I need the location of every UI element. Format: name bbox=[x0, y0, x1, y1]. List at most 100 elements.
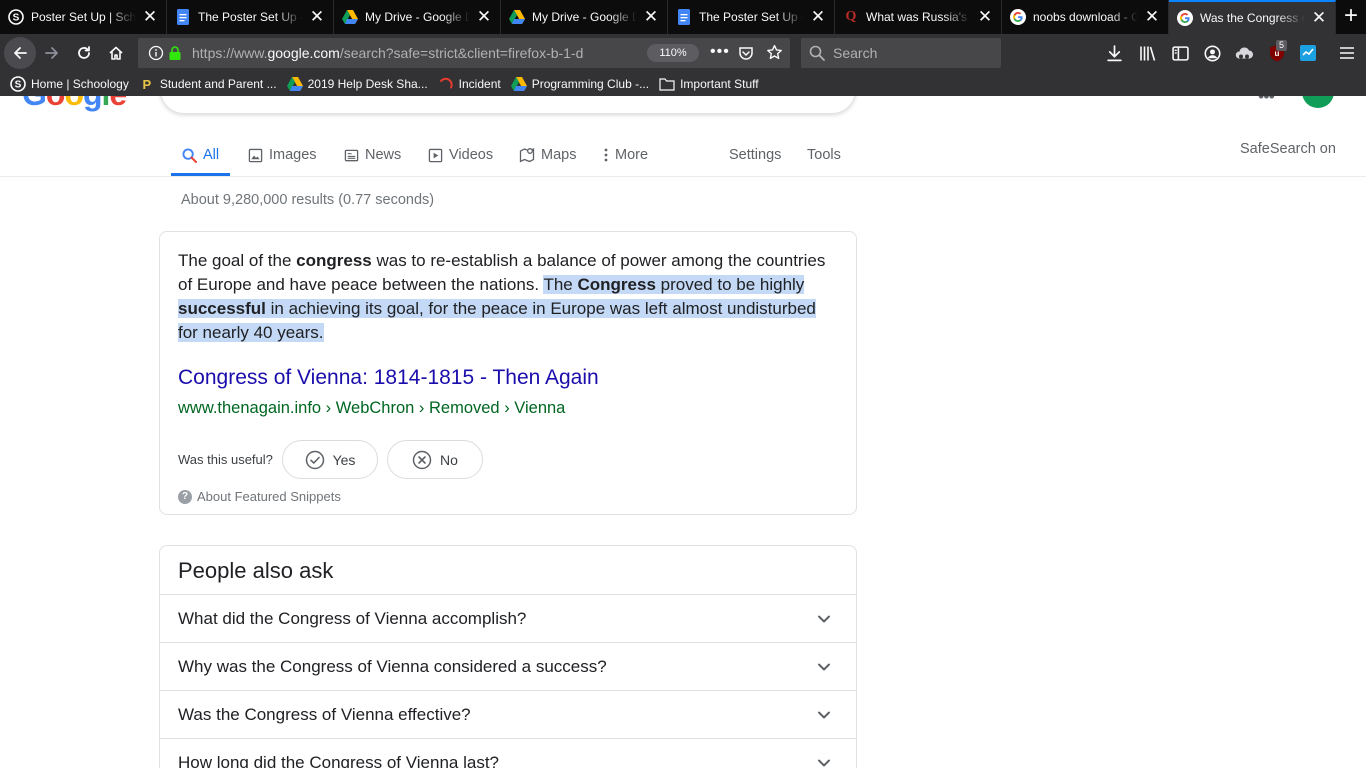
google-drive-icon bbox=[510, 76, 527, 92]
downloads-icon[interactable] bbox=[1106, 45, 1123, 67]
search-tabs: All Images News Videos Maps More Setting… bbox=[0, 134, 1366, 177]
paa-question-text: How long did the Congress of Vienna last… bbox=[178, 753, 499, 768]
extension-badge: 5 bbox=[1276, 40, 1288, 51]
schoology-icon: S bbox=[8, 9, 24, 25]
pocket-icon[interactable] bbox=[738, 45, 754, 64]
tab-all[interactable]: All bbox=[171, 134, 231, 176]
tab-title: Poster Set Up | Schoology bbox=[31, 10, 136, 24]
news-icon bbox=[343, 147, 359, 163]
browser-tab[interactable]: S Poster Set Up | Schoology ✕ bbox=[0, 0, 167, 34]
close-icon[interactable]: ✕ bbox=[977, 8, 993, 25]
browser-tab[interactable]: The Poster Set Up - Google Docs ✕ bbox=[668, 0, 835, 34]
tab-news[interactable]: News bbox=[343, 134, 401, 176]
address-bar[interactable]: https://www.google.com/search?safe=stric… bbox=[138, 38, 790, 68]
bookmark-item[interactable]: Incident bbox=[438, 76, 501, 92]
paa-question[interactable]: What did the Congress of Vienna accompli… bbox=[160, 594, 856, 642]
search-icon bbox=[809, 45, 825, 64]
tab-more[interactable]: More bbox=[603, 134, 648, 176]
x-circle-icon bbox=[412, 450, 432, 469]
close-icon[interactable]: ✕ bbox=[476, 8, 492, 25]
more-vert-icon bbox=[603, 147, 609, 163]
paa-question-text: Why was the Congress of Vienna considere… bbox=[178, 657, 607, 676]
forward-button[interactable] bbox=[36, 37, 68, 69]
bookmark-item[interactable]: 2019 Help Desk Sha... bbox=[286, 76, 428, 92]
zoom-level-badge[interactable]: 110% bbox=[647, 44, 699, 62]
reload-icon bbox=[78, 46, 90, 59]
paa-question[interactable]: How long did the Congress of Vienna last… bbox=[160, 738, 856, 768]
paa-question[interactable]: Why was the Congress of Vienna considere… bbox=[160, 642, 856, 690]
star-icon[interactable] bbox=[766, 44, 783, 64]
browser-tab[interactable]: My Drive - Google Drive ✕ bbox=[501, 0, 668, 34]
browser-tab[interactable]: Q What was Russia's goal ✕ bbox=[835, 0, 1002, 34]
folder-icon bbox=[659, 76, 675, 92]
search-input[interactable]: Search bbox=[801, 38, 1001, 68]
home-button[interactable] bbox=[100, 37, 132, 69]
bookmark-label: Programming Club -... bbox=[531, 77, 650, 91]
browser-tab[interactable]: noobs download - Google Search ✕ bbox=[1002, 0, 1169, 34]
feedback-no-button[interactable]: No bbox=[387, 440, 483, 479]
check-circle-icon bbox=[305, 450, 324, 469]
lock-icon[interactable] bbox=[168, 45, 182, 64]
page-actions-icon[interactable]: ••• bbox=[710, 43, 730, 61]
feedback-yes-label: Yes bbox=[332, 451, 356, 468]
tab-videos[interactable]: Videos bbox=[427, 134, 493, 176]
close-icon[interactable]: ✕ bbox=[309, 8, 325, 25]
extension-blue-icon[interactable] bbox=[1299, 44, 1317, 67]
google-results-page: Google ••• All Images News Videos bbox=[0, 96, 1366, 768]
menu-icon[interactable] bbox=[1339, 45, 1355, 66]
account-icon[interactable] bbox=[1204, 45, 1221, 67]
bookmark-label: Home | Schoology bbox=[31, 77, 129, 91]
url-text[interactable]: https://www.google.com/search?safe=stric… bbox=[192, 45, 602, 61]
featured-snippet: The goal of the congress was to re-estab… bbox=[159, 231, 857, 515]
new-tab-button[interactable]: + bbox=[1336, 0, 1366, 34]
google-logo[interactable]: Google bbox=[22, 96, 127, 113]
bookmark-item[interactable]: S Home | Schoology bbox=[10, 76, 129, 92]
close-icon[interactable]: ✕ bbox=[810, 8, 826, 25]
tab-title: Was the Congress of Vienna successful bbox=[1200, 11, 1305, 25]
feedback-yes-button[interactable]: Yes bbox=[282, 440, 378, 479]
back-button[interactable] bbox=[4, 37, 36, 69]
quora-icon: Q bbox=[845, 9, 857, 24]
extension-cloud-icon[interactable] bbox=[1234, 45, 1254, 67]
snippet-result-link[interactable]: Congress of Vienna: 1814-1815 - Then Aga… bbox=[178, 366, 599, 390]
browser-tab[interactable]: The Poster Set Up - Google Docs ✕ bbox=[167, 0, 334, 34]
bookmark-label: Student and Parent ... bbox=[159, 77, 277, 91]
snippet-text-part: proved to be highly bbox=[655, 275, 805, 294]
reload-button[interactable] bbox=[68, 37, 100, 69]
people-also-ask: People also ask What did the Congress of… bbox=[159, 545, 857, 768]
tab-images[interactable]: Images bbox=[247, 134, 317, 176]
apps-grid-icon[interactable]: ••• bbox=[1258, 96, 1275, 107]
chevron-down-icon bbox=[818, 711, 830, 719]
map-icon bbox=[519, 147, 535, 163]
tab-maps[interactable]: Maps bbox=[519, 134, 576, 176]
snippet-keyword: successful bbox=[178, 299, 266, 318]
browser-tab-active[interactable]: Was the Congress of Vienna successful ✕ bbox=[1169, 0, 1336, 34]
tab-tools[interactable]: Tools bbox=[807, 134, 841, 176]
paa-question-text: What did the Congress of Vienna accompli… bbox=[178, 609, 527, 628]
safesearch-status[interactable]: SafeSearch on bbox=[1240, 141, 1336, 157]
about-featured-snippets-link[interactable]: ? About Featured Snippets bbox=[178, 489, 341, 504]
bookmark-item[interactable]: Programming Club -... bbox=[510, 76, 650, 92]
close-icon[interactable]: ✕ bbox=[1311, 9, 1327, 26]
tab-title: My Drive - Google Drive bbox=[365, 10, 470, 24]
paa-question[interactable]: Was the Congress of Vienna effective? bbox=[160, 690, 856, 738]
avatar[interactable] bbox=[1302, 96, 1334, 108]
close-icon[interactable]: ✕ bbox=[142, 8, 158, 25]
google-search-box[interactable] bbox=[160, 96, 856, 114]
close-icon[interactable]: ✕ bbox=[643, 8, 659, 25]
paa-question-text: Was the Congress of Vienna effective? bbox=[178, 705, 471, 724]
snippet-keyword: congress bbox=[296, 251, 372, 270]
library-icon[interactable] bbox=[1139, 45, 1157, 67]
browser-tab[interactable]: My Drive - Google Drive ✕ bbox=[334, 0, 501, 34]
tab-settings[interactable]: Settings bbox=[729, 134, 781, 176]
tab-label: Maps bbox=[541, 147, 577, 163]
google-drive-icon bbox=[509, 9, 525, 25]
bookmark-folder[interactable]: Important Stuff bbox=[659, 76, 759, 92]
bookmark-item[interactable]: P Student and Parent ... bbox=[139, 76, 277, 92]
tab-title: The Poster Set Up - Google Docs bbox=[699, 10, 804, 24]
sidebar-icon[interactable] bbox=[1172, 45, 1189, 67]
info-icon[interactable] bbox=[148, 45, 164, 64]
google-drive-icon bbox=[286, 76, 303, 92]
close-icon[interactable]: ✕ bbox=[1144, 8, 1160, 25]
google-docs-icon bbox=[676, 9, 692, 25]
